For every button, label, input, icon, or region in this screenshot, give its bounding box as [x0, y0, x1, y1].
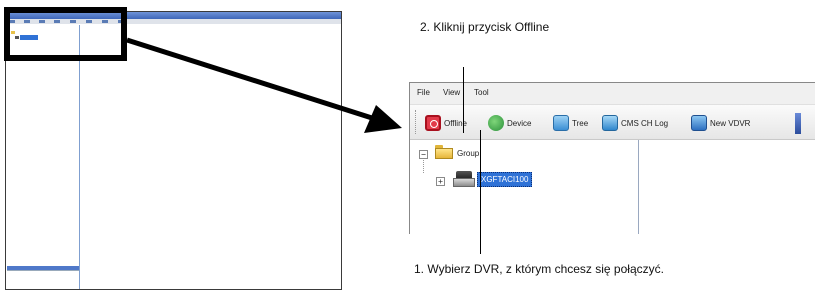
- cms-log-button-label: CMS CH Log: [621, 118, 669, 128]
- device-button-label: Device: [507, 118, 532, 128]
- tree-button-label: Tree: [572, 118, 589, 128]
- new-vdvr-icon: [691, 115, 707, 131]
- toolbar-accent-bar: [795, 113, 801, 134]
- menu-file[interactable]: File: [417, 88, 430, 97]
- callout-step-1: 1. Wybierz DVR, z którym chcesz się połą…: [414, 262, 664, 276]
- new-vdvr-button[interactable]: New VDVR: [691, 113, 750, 133]
- toolbar-grip[interactable]: [415, 110, 419, 134]
- device-tree-pane: − Group + XGFTACI100: [410, 140, 639, 234]
- tree-dvr-item-selected[interactable]: XGFTACI100: [477, 172, 533, 187]
- toolbar: Offline Device Tree CMS CH Log New VDVR: [410, 105, 815, 140]
- menu-bar: File View Tool: [410, 83, 815, 105]
- tree-group-label[interactable]: Group: [457, 149, 479, 158]
- folder-icon: [435, 145, 453, 159]
- callout-step-1-leader: [480, 130, 481, 254]
- new-vdvr-button-label: New VDVR: [710, 118, 751, 128]
- menu-tool[interactable]: Tool: [474, 88, 489, 97]
- tree-icon: [553, 115, 569, 131]
- group-collapse-toggle[interactable]: −: [419, 150, 428, 159]
- device-icon: [488, 115, 504, 131]
- cms-log-button[interactable]: CMS CH Log: [602, 113, 668, 133]
- callout-step-2: 2. Kliknij przycisk Offline: [420, 20, 550, 34]
- cms-log-icon: [602, 115, 618, 131]
- dvr-device-icon: [453, 171, 475, 187]
- menu-view[interactable]: View: [443, 88, 460, 97]
- device-button[interactable]: Device: [488, 113, 531, 133]
- callout-step-2-leader: [463, 67, 464, 133]
- offline-button[interactable]: Offline: [425, 113, 467, 133]
- offline-icon: [425, 115, 441, 131]
- device-expand-toggle[interactable]: +: [436, 177, 445, 186]
- app-window-zoomed: File View Tool Offline Device Tree CMS C…: [409, 82, 815, 234]
- tree-button[interactable]: Tree: [553, 113, 588, 133]
- main-view-pane: [639, 140, 815, 234]
